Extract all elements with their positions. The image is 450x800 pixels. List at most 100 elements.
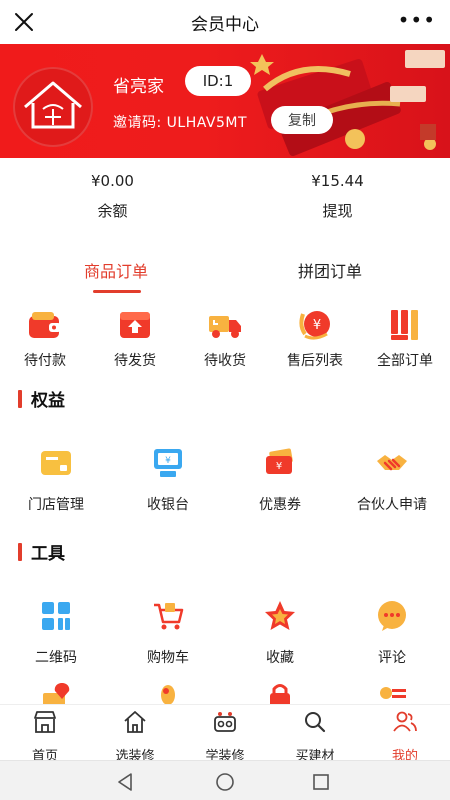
order-label: 全部订单 xyxy=(377,353,433,369)
partner-application-item[interactable]: 合伙人申请 xyxy=(336,445,448,514)
avatar[interactable] xyxy=(13,67,93,147)
cashier-icon: ¥ xyxy=(154,449,182,477)
settings-tool-item[interactable] xyxy=(336,679,448,704)
lock-tool-item[interactable] xyxy=(224,679,336,704)
tab-goods-orders[interactable]: 商品订单 xyxy=(84,258,148,282)
balance-stats: ¥0.00 余额 ¥15.44 提现 xyxy=(0,170,450,230)
truck-icon xyxy=(209,316,241,338)
page-title: 会员中心 xyxy=(191,14,259,35)
star-icon xyxy=(265,601,295,630)
back-triangle-icon[interactable] xyxy=(114,771,136,793)
grid-label: 二维码 xyxy=(35,650,77,666)
tabbar-buy-materials[interactable]: 买建材 xyxy=(270,709,360,764)
rights-grid: 门店管理 ¥ 收银台 ¥ 优惠券 合伙人申请 xyxy=(0,445,450,515)
order-after-sales[interactable]: ¥ 售后列表 xyxy=(270,308,360,370)
order-pending-payment[interactable]: 待付款 xyxy=(0,308,90,370)
invite-code-value: ULHAV5MT xyxy=(166,115,248,131)
grid-label: 合伙人申请 xyxy=(357,497,427,513)
footprint-tool-item[interactable] xyxy=(112,679,224,704)
card-icon xyxy=(41,451,71,475)
logo-house-icon xyxy=(24,81,82,129)
svg-text:¥: ¥ xyxy=(313,318,321,333)
yen-coin-icon: ¥ xyxy=(299,311,330,340)
grid-label: 购物车 xyxy=(147,650,189,666)
username: 省亮家 xyxy=(113,77,164,97)
wallet-icon xyxy=(29,312,61,338)
svg-text:¥: ¥ xyxy=(165,456,171,466)
lock-icon xyxy=(270,684,290,704)
banner-decoration xyxy=(250,50,445,157)
cart-icon xyxy=(154,603,184,630)
coupon-item[interactable]: ¥ 优惠券 xyxy=(224,445,336,514)
grid-label: 门店管理 xyxy=(28,497,84,513)
invite-code: 邀请码: ULHAV5MT xyxy=(113,112,247,132)
bottom-tab-bar: 首页 选装修 学装修 买建材 我的 xyxy=(0,704,450,764)
tab-group-orders[interactable]: 拼团订单 xyxy=(298,258,362,282)
order-label: 待收货 xyxy=(204,353,246,369)
section-accent-bar xyxy=(18,542,22,561)
cart-item[interactable]: 购物车 xyxy=(112,598,224,667)
store-icon xyxy=(34,711,56,733)
store-management-item[interactable]: 门店管理 xyxy=(0,445,112,514)
order-label: 待付款 xyxy=(24,353,66,369)
all-orders-icon xyxy=(391,310,418,340)
qrcode-icon xyxy=(42,602,70,630)
home-circle-icon[interactable] xyxy=(214,771,236,793)
grid-label: 收银台 xyxy=(147,497,189,513)
tools-grid: 二维码 购物车 收藏 评论 xyxy=(0,598,450,668)
section-title-rights: 权益 xyxy=(18,386,65,411)
recents-square-icon[interactable] xyxy=(310,771,332,793)
close-icon[interactable] xyxy=(12,10,36,34)
coupon-icon: ¥ xyxy=(266,448,293,474)
settings-list-icon xyxy=(380,687,406,699)
profile-banner: 省亮家 ID:1 邀请码: ULHAV5MT 复制 xyxy=(0,44,450,158)
comment-icon xyxy=(378,601,406,631)
grid-label: 优惠券 xyxy=(259,497,301,513)
svg-text:¥: ¥ xyxy=(276,461,282,472)
order-pending-shipment[interactable]: 待发货 xyxy=(90,308,180,370)
tabbar-choose-decoration[interactable]: 选装修 xyxy=(90,709,180,764)
copy-button[interactable]: 复制 xyxy=(271,106,333,134)
user-id-badge: ID:1 xyxy=(185,66,251,96)
withdraw-value: ¥15.44 xyxy=(311,172,364,190)
qrcode-item[interactable]: 二维码 xyxy=(0,598,112,667)
order-label: 售后列表 xyxy=(287,353,343,369)
tabbar-mine[interactable]: 我的 xyxy=(360,709,450,764)
invite-label: 邀请码: xyxy=(113,115,162,131)
location-tool-item[interactable] xyxy=(0,679,112,704)
section-title-tools: 工具 xyxy=(18,539,65,564)
section-title-text: 工具 xyxy=(31,544,65,564)
balance-value: ¥0.00 xyxy=(91,172,134,190)
location-pin-icon xyxy=(43,683,70,704)
favorites-item[interactable]: 收藏 xyxy=(224,598,336,667)
comment-item[interactable]: 评论 xyxy=(336,598,448,667)
order-all[interactable]: 全部订单 xyxy=(360,308,450,370)
withdraw-label: 提现 xyxy=(322,202,353,220)
order-pending-receipt[interactable]: 待收货 xyxy=(180,308,270,370)
more-menu-icon[interactable]: ••• xyxy=(398,10,436,30)
handshake-icon xyxy=(377,455,407,471)
search-icon xyxy=(305,712,326,733)
box-upload-icon xyxy=(120,312,150,338)
section-title-text: 权益 xyxy=(31,391,65,411)
house-icon xyxy=(124,711,146,733)
camera-icon xyxy=(214,712,236,732)
footprint-icon xyxy=(161,685,175,704)
tabbar-learn-decoration[interactable]: 学装修 xyxy=(180,709,270,764)
order-label: 待发货 xyxy=(114,353,156,369)
tabbar-home[interactable]: 首页 xyxy=(0,709,90,764)
user-icon xyxy=(393,711,417,732)
cashier-item[interactable]: ¥ 收银台 xyxy=(112,445,224,514)
tools-grid-row-2 xyxy=(0,679,450,704)
balance-label: 余额 xyxy=(97,202,128,220)
section-accent-bar xyxy=(18,389,22,408)
order-status-row: 待付款 待发货 待收货 ¥ 售后列表 全部订单 xyxy=(0,308,450,372)
system-navigation-bar xyxy=(0,760,450,800)
order-tabs: 商品订单 拼团订单 xyxy=(0,252,450,296)
withdraw-stat[interactable]: ¥15.44 提现 xyxy=(225,170,450,221)
active-tab-indicator xyxy=(93,290,141,293)
grid-label: 评论 xyxy=(378,650,406,666)
balance-stat[interactable]: ¥0.00 余额 xyxy=(0,170,225,221)
grid-label: 收藏 xyxy=(266,650,294,666)
top-bar: 会员中心 ••• xyxy=(0,0,450,44)
